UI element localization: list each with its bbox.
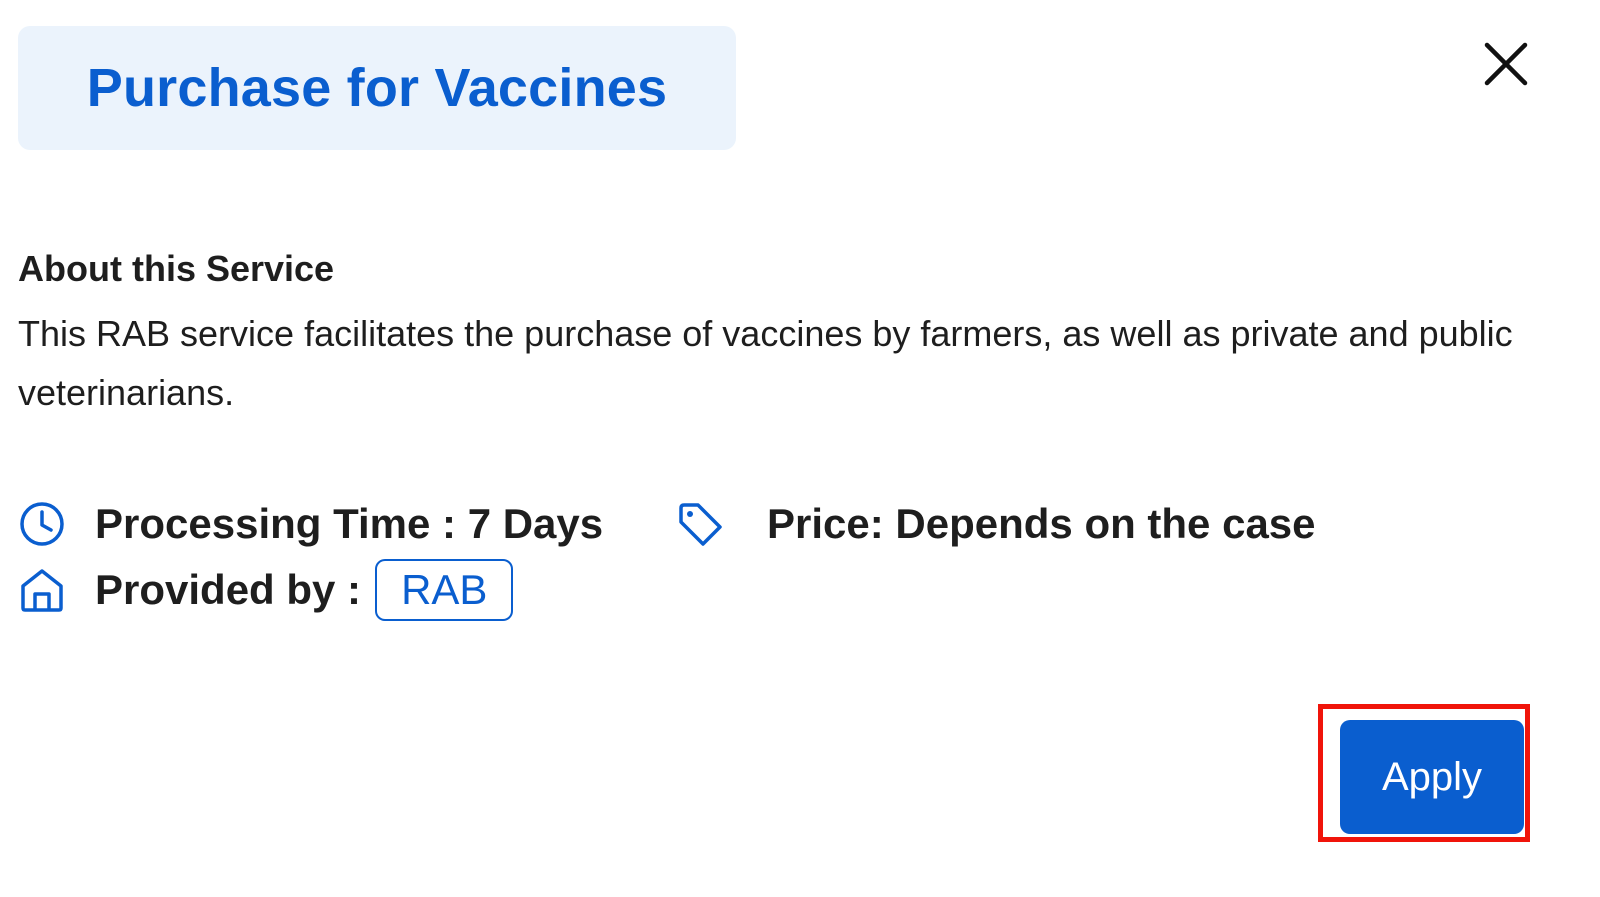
- price-row: Price: Depends on the case: [676, 500, 1316, 548]
- dialog-title: Purchase for Vaccines: [86, 58, 668, 118]
- clock-icon: [20, 502, 64, 546]
- close-icon: [1484, 42, 1528, 86]
- provided-by-row: Provided by : RAB: [18, 559, 514, 621]
- processing-time-row: Processing Time : 7 Days: [18, 500, 603, 548]
- apply-button[interactable]: Apply: [1340, 720, 1524, 834]
- processing-time: Processing Time : 7 Days: [95, 500, 604, 547]
- close-button[interactable]: [1484, 42, 1528, 86]
- about-description: This RAB service facilitates the purchas…: [18, 313, 1513, 413]
- about-heading: About this Service: [18, 248, 335, 289]
- home-icon: [21, 569, 63, 612]
- service-dialog: Purchase for Vaccines About this Service…: [0, 0, 1600, 897]
- title-banner: Purchase for Vaccines: [18, 26, 736, 150]
- provider-badge[interactable]: RAB: [375, 559, 514, 621]
- tag-icon: [679, 503, 722, 546]
- provided-by-label: Provided by :: [95, 566, 362, 613]
- price: Price: Depends on the case: [767, 500, 1316, 547]
